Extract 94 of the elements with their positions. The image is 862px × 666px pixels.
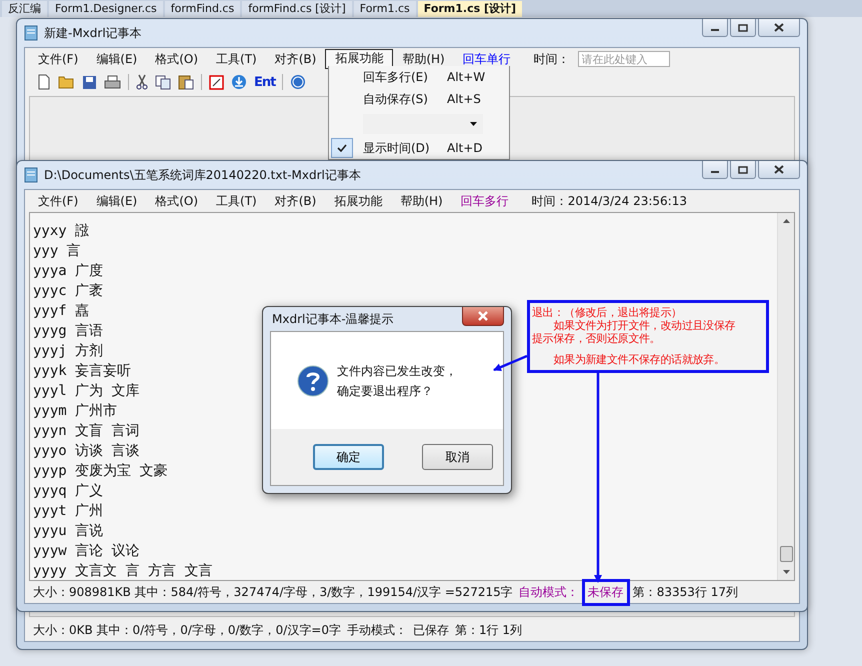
maximize-icon [738,166,748,174]
save-icon[interactable] [82,74,97,90]
menu-item[interactable]: 格式(O) [146,50,208,68]
menu-item[interactable]: 回车多行(E) Alt+W [329,66,509,88]
menu-item[interactable]: 文件(F) [29,192,88,210]
menu-item[interactable]: 自动保存(S) Alt+S [329,88,509,110]
maximize-button[interactable] [730,19,756,37]
status-text: 大小：0KB 其中：0/符号，0/字母，0/数字，0/汉字=0字 [33,622,341,638]
window-title: 新建-Mxdrl记事本 [44,24,142,42]
scroll-thumb[interactable] [780,546,793,562]
menu-item[interactable]: 对齐(B) [266,192,326,210]
cut-icon[interactable] [136,74,148,90]
menu-item[interactable]: 帮助(H) [391,192,452,210]
editor-tab[interactable]: formFind.cs [164,1,240,17]
annotation-text: 如果文件为打开文件，改动过且没保存 [552,319,736,332]
text-line: yyyp 变废为宝 文豪 [33,462,168,481]
maximize-button[interactable] [730,161,756,179]
up-arrow-icon[interactable] [782,219,790,223]
menu-item[interactable]: 格式(O) [146,192,208,210]
save-state: 已保存 [412,622,449,638]
status-text: 大小：908981KB 其中：584/符号，327474/字母，3/数字，199154/汉字 =527215字 [33,584,513,600]
new-file-icon[interactable] [37,74,51,90]
dialog-message: 确定要退出程序？ [337,382,434,400]
menu-item[interactable]: 工具(T) [207,50,266,68]
dialog-message: 文件内容已发生改变， [337,362,457,380]
save-state: 未保存 [584,582,627,602]
text-line: yyyq 广义 [33,482,104,501]
text-line: yyyw 言论 议论 [33,542,140,561]
menu-item[interactable]: 帮助(H) [393,50,454,68]
time-label: 时间： [534,50,570,68]
text-line: yyyl 广为 文库 [33,382,140,401]
editor-tab[interactable]: Form1.cs [354,1,416,17]
dialog-button[interactable]: 确定 [313,444,384,470]
menu-item[interactable]: 拓展功能 [325,192,392,210]
notepad-icon [24,25,38,41]
text-line: yyym 广州市 [33,402,118,421]
minimize-button[interactable] [702,19,728,37]
copy-icon[interactable] [155,74,171,90]
folder-icon[interactable] [58,75,75,89]
close-icon [477,311,489,321]
printer-icon[interactable] [104,74,121,90]
menu-item[interactable]: 回车多行 [452,192,518,210]
editor-tab[interactable]: formFind.cs [设计] [242,1,352,17]
text-line: yyxy 誸 [33,222,90,241]
download-icon[interactable] [231,74,247,90]
menu-item[interactable]: 编辑(E) [87,50,146,68]
text-line: yyyn 文盲 言词 [33,422,140,441]
window-title: D:\Documents\五笔系统词库20140220.txt-Mxdrl记事本 [44,166,361,184]
dialog-title: Mxdrl记事本-温馨提示 [272,310,394,328]
editor-tab[interactable]: Form1.cs [设计] [418,1,522,17]
close-icon [773,165,785,174]
menu-item[interactable]: 回车单行 [454,50,520,68]
paste-icon[interactable] [178,74,194,90]
text-line: yyyk 妄言妄听 [33,362,132,381]
caret-icon [470,122,477,126]
cursor-position: 第：1行 1列 [454,622,522,638]
text-line: yyy 言 [33,242,81,261]
close-button[interactable] [758,161,800,179]
time-text: 时间：2014/3/24 23:56:13 [532,192,687,210]
annotation-text: 退出：（修改后，退出将提示） [532,306,683,319]
minimize-button[interactable] [702,161,728,179]
text-line: yyyj 方剂 [33,342,104,361]
close-button[interactable] [462,307,504,326]
cursor-position: 第：83353行 17列 [632,584,738,600]
mode-label: 自动模式： [518,584,579,600]
close-icon [773,23,785,32]
editor-tab[interactable]: Form1.Designer.cs [49,1,163,17]
scrollbar[interactable] [777,213,794,580]
annotation-text: 提示保存，否则还原文件。 [532,332,662,345]
question-icon [297,364,329,396]
maximize-icon [738,24,748,32]
annotation-text: 如果为新建文件不保存的话就放弃。 [552,353,726,366]
editor-tab[interactable]: 反汇编 [2,1,47,17]
text-line: yyyg 言语 [33,322,104,341]
text-line: yyya 广度 [33,262,104,281]
menu-item[interactable]: 文件(F) [29,50,88,68]
text-line: yyyf 嚞 [33,302,90,321]
text-line: yyyo 访谈 言谈 [33,442,140,461]
text-line: yyyt 广州 [33,502,104,521]
menu-item[interactable]: 对齐(B) [266,50,326,68]
menu-item[interactable]: 显示时间(D) Alt+D [329,138,509,158]
down-arrow-icon[interactable] [782,570,790,574]
text-line: yyyu 言说 [33,522,104,541]
enter-button[interactable]: Ent [254,74,276,90]
text-line: yyyc 广袤 [33,282,104,301]
dropdown-field[interactable] [363,114,483,134]
close-button[interactable] [758,19,800,37]
menu-item[interactable]: 工具(T) [207,192,266,210]
dialog-button[interactable]: 取消 [422,444,493,470]
time-field[interactable]: 请在此处键入 [578,51,670,67]
notepad-icon [24,167,38,183]
text-line: yyyy 文言文 言 方言 文言 [33,562,212,580]
menu-item[interactable]: 编辑(E) [87,192,146,210]
mode-label: 手动模式： [346,622,407,638]
